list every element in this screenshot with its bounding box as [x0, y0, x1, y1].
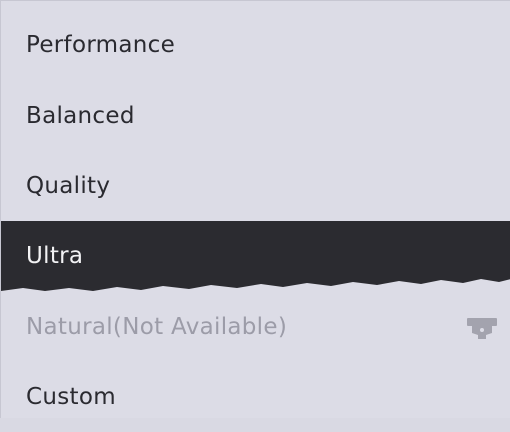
- option-performance[interactable]: Performance: [1, 10, 510, 80]
- option-natural: Natural(Not Available): [1, 292, 510, 362]
- option-label: Quality: [26, 173, 111, 199]
- lock-icon: [467, 318, 497, 339]
- quality-preset-dropdown: Performance Balanced Quality Ultra Natur…: [0, 0, 510, 418]
- option-label: Natural(Not Available): [26, 314, 288, 340]
- option-custom[interactable]: Custom: [1, 362, 510, 432]
- option-balanced[interactable]: Balanced: [1, 81, 510, 151]
- option-label: Balanced: [26, 103, 135, 129]
- option-label: Ultra: [26, 243, 84, 269]
- option-label: Custom: [26, 384, 116, 410]
- option-label: Performance: [26, 32, 176, 58]
- option-quality[interactable]: Quality: [1, 151, 510, 221]
- option-ultra[interactable]: Ultra: [1, 221, 510, 291]
